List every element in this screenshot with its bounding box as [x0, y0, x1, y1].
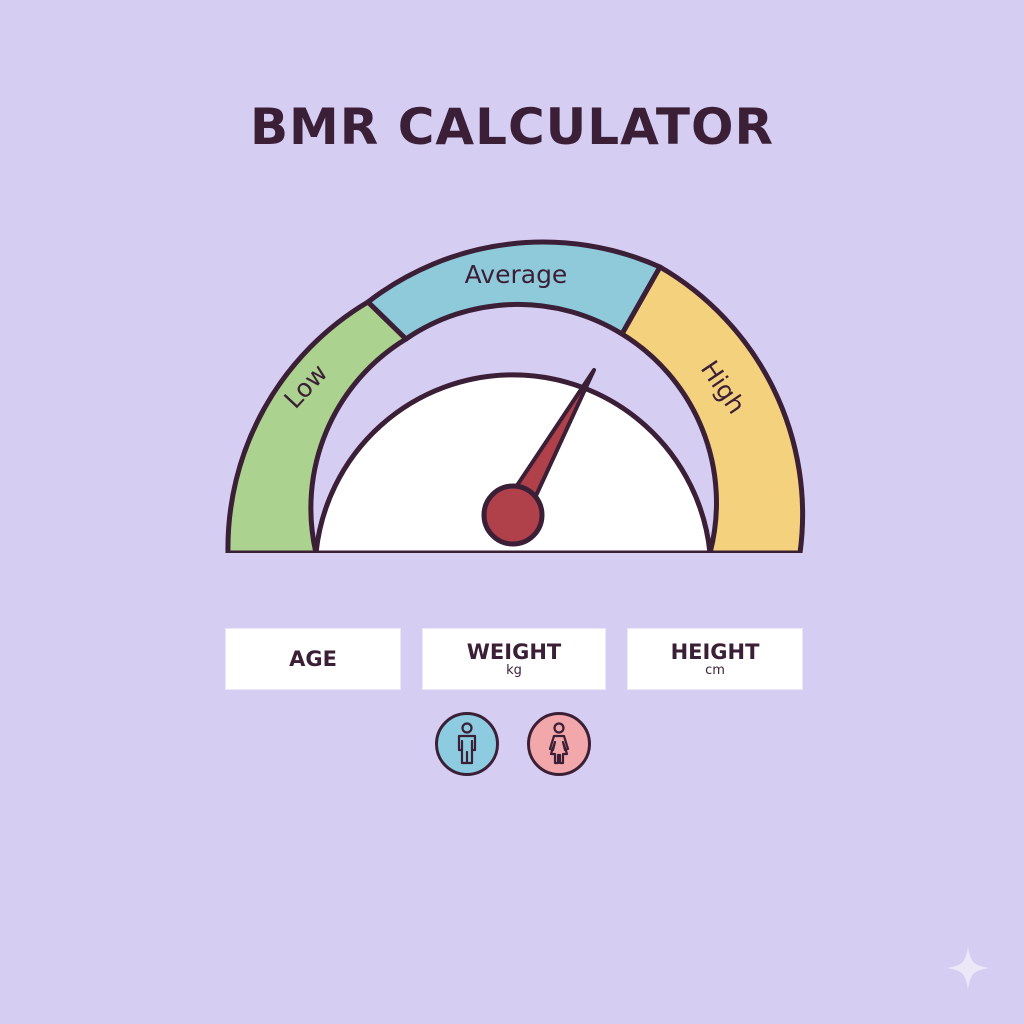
- bmr-gauge: Low Average High: [222, 239, 806, 561]
- height-unit: cm: [705, 663, 725, 678]
- weight-field[interactable]: WEIGHT kg: [422, 628, 606, 690]
- height-label: HEIGHT: [670, 640, 760, 664]
- gauge-label-average: Average: [465, 260, 568, 289]
- height-field[interactable]: HEIGHT cm: [627, 628, 803, 690]
- age-label: AGE: [289, 647, 337, 671]
- female-gender-button[interactable]: [527, 712, 591, 776]
- sparkle-icon: [946, 946, 990, 990]
- gauge-needle-hub: [481, 483, 545, 547]
- bmr-calculator-page: BMR CALCULATOR Low Average High AGE WEIG…: [0, 0, 1024, 1024]
- weight-label: WEIGHT: [466, 640, 562, 664]
- male-person-icon: [457, 722, 477, 765]
- male-gender-button[interactable]: [435, 712, 499, 776]
- weight-unit: kg: [506, 663, 522, 678]
- female-person-icon: [548, 722, 570, 765]
- gauge-zone-average: [365, 239, 663, 342]
- age-field[interactable]: AGE: [225, 628, 401, 690]
